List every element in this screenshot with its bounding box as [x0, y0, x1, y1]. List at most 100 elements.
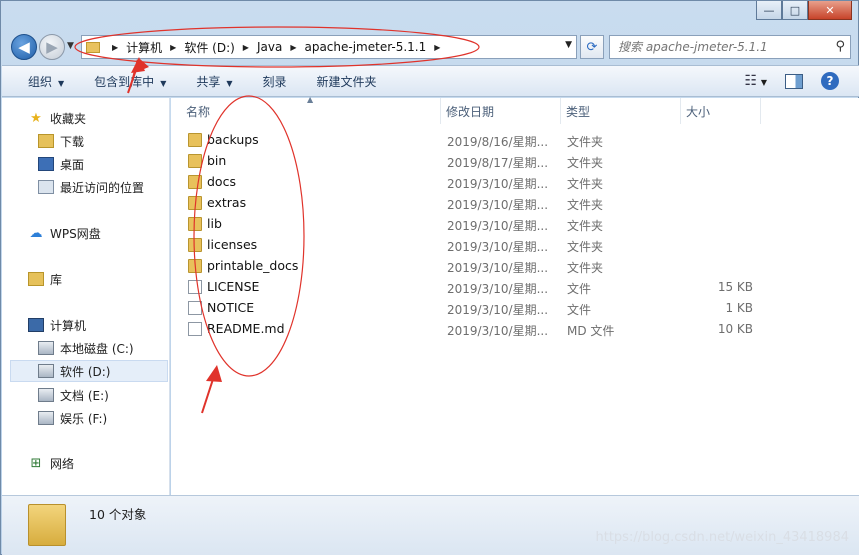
- sidebar-item-drive-d[interactable]: 软件 (D:): [10, 360, 168, 382]
- cell-type: 文件夹: [567, 261, 604, 275]
- sidebar-item-downloads[interactable]: 下载: [38, 130, 84, 152]
- include-in-library-label: 包含到库中: [94, 74, 155, 89]
- sidebar-item-label: 本地磁盘 (C:): [60, 341, 134, 356]
- sidebar-item-network[interactable]: ⊞ 网络: [28, 452, 74, 474]
- sidebar-item-library[interactable]: 库: [28, 268, 62, 290]
- network-icon: ⊞: [30, 455, 42, 471]
- toolbar-right: ☷ ▼ ?: [744, 72, 839, 90]
- address-dropdown-icon[interactable]: ▼: [565, 40, 572, 50]
- cell-date: 2019/3/10/星期...: [447, 282, 549, 296]
- sidebar-item-favorites[interactable]: ★ 收藏夹: [28, 107, 86, 129]
- organize-menu[interactable]: 组织 ▼: [28, 73, 64, 90]
- table-row[interactable]: backups 2019/8/16/星期... 文件夹: [185, 130, 845, 151]
- burn-button[interactable]: 刻录: [263, 73, 287, 90]
- chevron-right-icon[interactable]: ▶: [170, 43, 176, 52]
- search-icon[interactable]: ⚲: [835, 39, 845, 54]
- table-row[interactable]: LICENSE 2019/3/10/星期... 文件 15 KB: [185, 277, 845, 298]
- minimize-button[interactable]: —: [756, 1, 782, 20]
- file-icon: [188, 280, 202, 294]
- sidebar-item-drive-c[interactable]: 本地磁盘 (C:): [38, 337, 134, 359]
- watermark: https://blog.csdn.net/weixin_43418984: [595, 530, 849, 545]
- sidebar-item-drive-e[interactable]: 文档 (E:): [38, 384, 109, 406]
- table-row[interactable]: printable_docs 2019/3/10/星期... 文件夹: [185, 256, 845, 277]
- breadcrumb-computer[interactable]: 计算机: [126, 39, 162, 56]
- view-list-icon: ☷: [744, 73, 758, 89]
- chevron-right-icon[interactable]: ▶: [243, 43, 249, 52]
- recent-pages-dropdown[interactable]: ▼: [67, 41, 74, 51]
- view-options-button[interactable]: ☷ ▼: [744, 73, 767, 89]
- organize-label: 组织: [28, 74, 53, 89]
- cell-name: lib: [207, 216, 222, 231]
- drive-icon: [38, 364, 54, 378]
- arrow-right-icon: ▶: [46, 38, 58, 56]
- sidebar-item-recent[interactable]: 最近访问的位置: [38, 176, 144, 198]
- column-header-name[interactable]: 名称: [181, 98, 441, 124]
- chevron-right-icon[interactable]: ▶: [290, 43, 296, 52]
- breadcrumb-jmeter[interactable]: apache-jmeter-5.1.1: [304, 40, 426, 54]
- cell-name: extras: [207, 195, 247, 210]
- cell-size: 15 KB: [717, 280, 753, 294]
- computer-icon: [28, 318, 44, 332]
- share-menu[interactable]: 共享 ▼: [196, 73, 232, 90]
- help-icon[interactable]: ?: [821, 72, 839, 90]
- table-row[interactable]: licenses 2019/3/10/星期... 文件夹: [185, 235, 845, 256]
- library-icon: [28, 272, 44, 286]
- breadcrumb: ▶ 计算机 ▶ 软件 (D:) ▶ Java ▶ apache-jmeter-5…: [104, 39, 448, 56]
- file-list: ▲ 名称 修改日期 类型 大小 backups 2019/8/16/星期... 文件…: [171, 95, 859, 495]
- breadcrumb-java[interactable]: Java: [257, 40, 282, 54]
- star-icon: ★: [30, 110, 42, 126]
- table-row[interactable]: lib 2019/3/10/星期... 文件夹: [185, 214, 845, 235]
- search-box[interactable]: ⚲: [609, 35, 851, 59]
- file-icon: [188, 322, 202, 336]
- table-row[interactable]: bin 2019/8/17/星期... 文件夹: [185, 151, 845, 172]
- cell-type: 文件夹: [567, 240, 604, 254]
- sidebar-item-drive-f[interactable]: 娱乐 (F:): [38, 407, 107, 429]
- new-folder-button[interactable]: 新建文件夹: [317, 73, 377, 90]
- include-in-library-menu[interactable]: 包含到库中 ▼: [94, 73, 166, 90]
- column-header-size[interactable]: 大小: [681, 98, 761, 124]
- table-row[interactable]: extras 2019/3/10/星期... 文件夹: [185, 193, 845, 214]
- forward-button[interactable]: ▶: [39, 34, 65, 60]
- cloud-icon: ☁: [29, 225, 43, 241]
- folder-icon: [28, 504, 66, 546]
- column-header-date[interactable]: 修改日期: [441, 98, 561, 124]
- column-header-type[interactable]: 类型: [561, 98, 681, 124]
- sidebar-item-wps[interactable]: ☁ WPS网盘: [28, 222, 101, 244]
- sidebar-item-label: 软件 (D:): [60, 364, 111, 379]
- refresh-button[interactable]: ⟳: [580, 35, 604, 59]
- address-bar[interactable]: ▶ 计算机 ▶ 软件 (D:) ▶ Java ▶ apache-jmeter-5…: [81, 35, 577, 59]
- cell-type: 文件夹: [567, 219, 604, 233]
- chevron-right-icon[interactable]: ▶: [112, 43, 118, 52]
- sidebar-item-label: 网络: [50, 456, 75, 471]
- cell-date: 2019/3/10/星期...: [447, 261, 549, 275]
- explorer-window: — □ ✕ ◀ ▶ ▼ ▶ 计算机 ▶ 软件 (D:) ▶ Java ▶ apa…: [0, 0, 859, 555]
- table-row[interactable]: README.md 2019/3/10/星期... MD 文件 10 KB: [185, 319, 845, 340]
- cell-date: 2019/3/10/星期...: [447, 177, 549, 191]
- chevron-down-icon: ▼: [760, 78, 767, 87]
- chevron-right-icon[interactable]: ▶: [434, 43, 440, 52]
- table-row[interactable]: docs 2019/3/10/星期... 文件夹: [185, 172, 845, 193]
- sidebar-item-computer[interactable]: 计算机: [28, 314, 86, 336]
- file-icon: [188, 301, 202, 315]
- downloads-folder-icon: [38, 134, 54, 148]
- cell-name: LICENSE: [207, 279, 260, 294]
- sidebar-item-label: 库: [50, 272, 63, 287]
- table-row[interactable]: NOTICE 2019/3/10/星期... 文件 1 KB: [185, 298, 845, 319]
- sidebar-item-label: 下载: [60, 134, 85, 149]
- arrow-left-icon: ◀: [18, 38, 30, 56]
- close-button[interactable]: ✕: [808, 1, 852, 20]
- drive-icon: [38, 388, 54, 402]
- cell-type: 文件夹: [567, 177, 604, 191]
- drive-icon: [38, 411, 54, 425]
- cell-type: 文件夹: [567, 198, 604, 212]
- back-button[interactable]: ◀: [11, 34, 37, 60]
- sidebar-item-desktop[interactable]: 桌面: [38, 153, 84, 175]
- sidebar-item-label: 计算机: [50, 318, 87, 333]
- cell-type: 文件夹: [567, 156, 604, 170]
- cell-date: 2019/8/17/星期...: [447, 156, 549, 170]
- maximize-button[interactable]: □: [782, 1, 808, 20]
- search-input[interactable]: [618, 40, 818, 54]
- cell-date: 2019/8/16/星期...: [447, 135, 549, 149]
- preview-pane-icon[interactable]: [785, 73, 803, 89]
- breadcrumb-drive-d[interactable]: 软件 (D:): [184, 39, 234, 56]
